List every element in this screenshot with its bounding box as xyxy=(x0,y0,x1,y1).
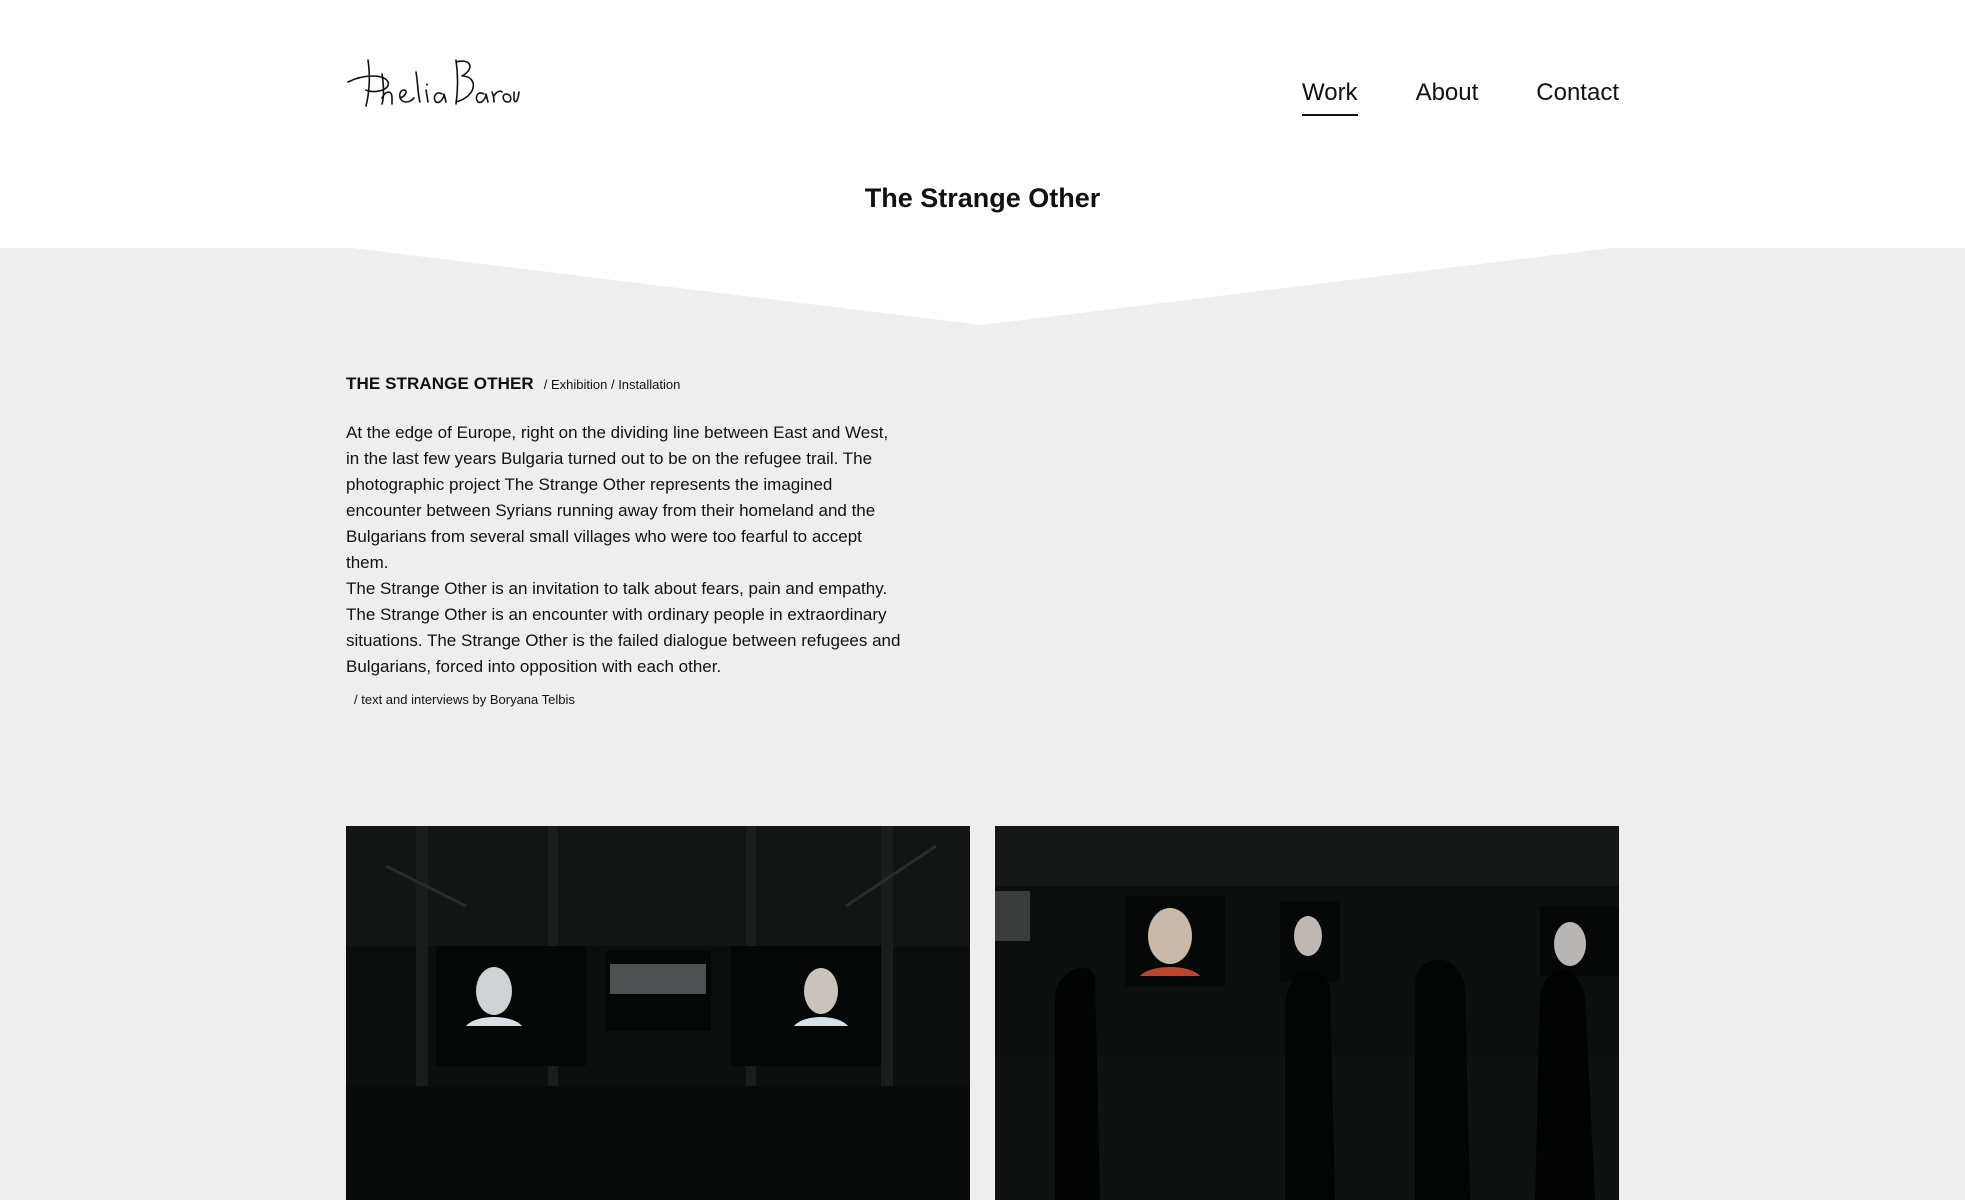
signature-logo-icon xyxy=(347,59,520,107)
project-credit: / text and interviews by Boryana Telbis xyxy=(354,692,575,707)
description-paragraph: The Strange Other is an invitation to ta… xyxy=(346,579,901,676)
installation-photo-1 xyxy=(346,826,970,1200)
project-description: THE STRANGE OTHER / Exhibition / Install… xyxy=(346,374,906,707)
photo-gallery xyxy=(346,826,1619,1200)
nav-work[interactable]: Work xyxy=(1302,79,1358,117)
installation-photo-2 xyxy=(995,826,1619,1200)
nav-contact[interactable]: Contact xyxy=(1536,79,1619,116)
site-logo[interactable] xyxy=(344,54,520,114)
main-nav: Work About Contact xyxy=(1302,79,1619,117)
project-heading: THE STRANGE OTHER / Exhibition / Install… xyxy=(346,374,906,394)
project-tags: / Exhibition / Installation xyxy=(543,377,681,392)
nav-about[interactable]: About xyxy=(1416,79,1479,116)
header-chevron-divider xyxy=(0,247,1965,325)
gallery-image-installation-screens[interactable] xyxy=(346,826,970,1200)
project-name: THE STRANGE OTHER xyxy=(346,374,534,393)
page-title: The Strange Other xyxy=(864,183,1101,213)
description-paragraph: At the edge of Europe, right on the divi… xyxy=(346,423,889,572)
gallery-image-installation-visitors[interactable] xyxy=(995,826,1619,1200)
project-text: At the edge of Europe, right on the divi… xyxy=(346,420,906,680)
